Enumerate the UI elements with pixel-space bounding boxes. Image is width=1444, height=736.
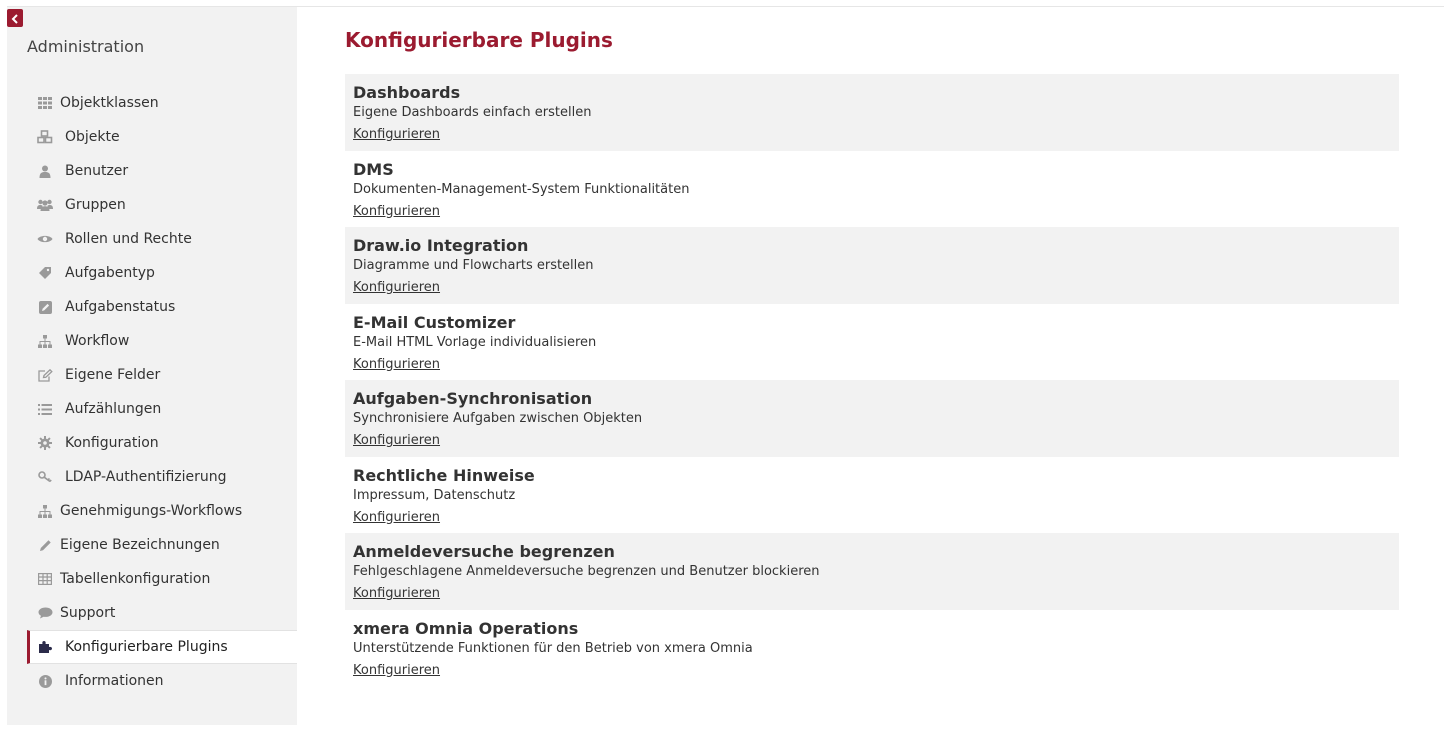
configure-link[interactable]: Konfigurieren [353, 204, 440, 219]
sidebar-item-eigene-felder[interactable]: Eigene Felder [27, 358, 297, 392]
configure-link[interactable]: Konfigurieren [353, 586, 440, 601]
plugin-name: E-Mail Customizer [353, 312, 516, 332]
sitemap-icon [37, 503, 53, 519]
sidebar-item-gruppen[interactable]: Gruppen [27, 188, 297, 222]
sidebar-collapse-button[interactable] [7, 9, 23, 27]
plugin-description: Synchronisiere Aufgaben zwischen Objekte… [353, 411, 643, 426]
plugin-description: Dokumenten-Management-System Funktionali… [353, 181, 690, 197]
plugin-item: DMS Dokumenten-Management-System Funktio… [345, 151, 1399, 228]
plugin-name: DMS [353, 159, 394, 179]
plugin-item: Dashboards Eigene Dashboards einfach ers… [345, 74, 1399, 151]
eye-icon [37, 231, 53, 247]
plugin-name: Anmeldeversuche begrenzen [353, 542, 615, 561]
gear-icon [37, 435, 53, 451]
sidebar-item-label: Aufgabentyp [65, 265, 155, 281]
plugin-item: xmera Omnia Operations Unterstützende Fu… [345, 610, 1399, 687]
sidebar-item-label: Tabellenkonfiguration [60, 571, 211, 587]
configure-link[interactable]: Konfigurieren [353, 433, 440, 448]
sidebar-item-rollen-und-rechte[interactable]: Rollen und Rechte [27, 222, 297, 256]
sidebar-item-tabellenkonfiguration[interactable]: Tabellenkonfiguration [27, 562, 297, 596]
sidebar-item-label: Support [60, 605, 116, 621]
comment-icon [37, 605, 53, 621]
plugin-item: Anmeldeversuche begrenzen Fehlgeschlagen… [345, 533, 1399, 610]
info-icon [37, 673, 53, 689]
key-icon [37, 469, 53, 485]
sidebar-item-genehmigungs-workflows[interactable]: Genehmigungs-Workflows [27, 494, 297, 528]
admin-sidebar: Administration Objektklassen Objekte Ben… [7, 7, 297, 725]
sidebar-item-konfiguration[interactable]: Konfiguration [27, 426, 297, 460]
plugin-name: Draw.io Integration [353, 236, 529, 255]
configure-link[interactable]: Konfigurieren [353, 663, 440, 678]
configure-link[interactable]: Konfigurieren [353, 357, 440, 372]
plugin-name: Rechtliche Hinweise [353, 465, 535, 485]
admin-nav: Objektklassen Objekte Benutzer Gruppen R… [27, 86, 297, 698]
puzzle-icon [37, 639, 53, 655]
sidebar-title: Administration [27, 37, 145, 56]
plugin-description: Impressum, Datenschutz [353, 487, 516, 503]
sidebar-item-label: Rollen und Rechte [65, 231, 192, 247]
sidebar-item-konfigurierbare-plugins[interactable]: Konfigurierbare Plugins [27, 630, 297, 664]
sidebar-item-label: Genehmigungs-Workflows [60, 503, 243, 519]
user-icon [37, 163, 53, 179]
sidebar-item-informationen[interactable]: Informationen [27, 664, 297, 698]
sidebar-item-aufzaehlungen[interactable]: Aufzählungen [27, 392, 297, 426]
sidebar-item-label: Objekte [65, 129, 120, 145]
sidebar-item-label: Eigene Bezeichnungen [60, 537, 220, 553]
configure-link[interactable]: Konfigurieren [353, 510, 440, 525]
sitemap-icon [37, 333, 53, 349]
sidebar-item-label: Benutzer [65, 163, 129, 179]
sidebar-item-benutzer[interactable]: Benutzer [27, 154, 297, 188]
sidebar-item-label: Informationen [65, 673, 164, 689]
sidebar-item-label: Workflow [65, 333, 130, 349]
plugin-item: Aufgaben-Synchronisation Synchronisiere … [345, 380, 1399, 457]
plugin-name: Aufgaben-Synchronisation [353, 389, 593, 408]
sidebar-item-objekte[interactable]: Objekte [27, 120, 297, 154]
table-icon [37, 571, 53, 587]
sidebar-item-label: Konfigurierbare Plugins [65, 639, 228, 655]
chevron-left-icon [11, 9, 19, 28]
sidebar-item-label: Aufgabenstatus [65, 299, 176, 315]
configure-link[interactable]: Konfigurieren [353, 127, 440, 142]
plugin-item: Rechtliche Hinweise Impressum, Datenschu… [345, 457, 1399, 534]
sidebar-item-support[interactable]: Support [27, 596, 297, 630]
plugin-description: E-Mail HTML Vorlage individualisieren [353, 334, 597, 350]
main-content: Konfigurierbare Plugins Dashboards Eigen… [345, 27, 1399, 678]
users-icon [37, 197, 53, 213]
plugin-item: Draw.io Integration Diagramme und Flowch… [345, 227, 1399, 304]
configure-link[interactable]: Konfigurieren [353, 280, 440, 295]
list-icon [37, 401, 53, 417]
sidebar-item-aufgabenstatus[interactable]: Aufgabenstatus [27, 290, 297, 324]
sidebar-item-label: Objektklassen [60, 95, 159, 111]
sidebar-item-label: Eigene Felder [65, 367, 161, 383]
sidebar-item-label: LDAP-Authentifizierung [65, 469, 227, 485]
sidebar-item-eigene-bezeichnungen[interactable]: Eigene Bezeichnungen [27, 528, 297, 562]
sidebar-item-label: Gruppen [65, 197, 126, 213]
grid-icon [37, 95, 53, 111]
sidebar-item-label: Konfiguration [65, 435, 159, 451]
sidebar-item-ldap-authentifizierung[interactable]: LDAP-Authentifizierung [27, 460, 297, 494]
plugin-description: Fehlgeschlagene Anmeldeversuche begrenze… [353, 564, 820, 579]
plugin-name: xmera Omnia Operations [353, 618, 579, 638]
edit-square-icon [37, 299, 53, 315]
sidebar-item-aufgabentyp[interactable]: Aufgabentyp [27, 256, 297, 290]
page-title: Konfigurierbare Plugins [345, 28, 613, 52]
plugin-description: Eigene Dashboards einfach erstellen [353, 105, 592, 120]
sidebar-item-label: Aufzählungen [65, 401, 162, 417]
pencil-icon [37, 537, 53, 553]
plugin-description: Unterstützende Funktionen für den Betrie… [353, 640, 753, 656]
edit-icon [37, 367, 53, 383]
sidebar-item-objektklassen[interactable]: Objektklassen [27, 86, 297, 120]
plugin-description: Diagramme und Flowcharts erstellen [353, 258, 594, 273]
tag-icon [37, 265, 53, 281]
sidebar-item-workflow[interactable]: Workflow [27, 324, 297, 358]
cubes-icon [37, 129, 53, 145]
plugin-item: E-Mail Customizer E-Mail HTML Vorlage in… [345, 304, 1399, 381]
plugin-list: Dashboards Eigene Dashboards einfach ers… [345, 74, 1399, 686]
plugin-name: Dashboards [353, 83, 461, 102]
